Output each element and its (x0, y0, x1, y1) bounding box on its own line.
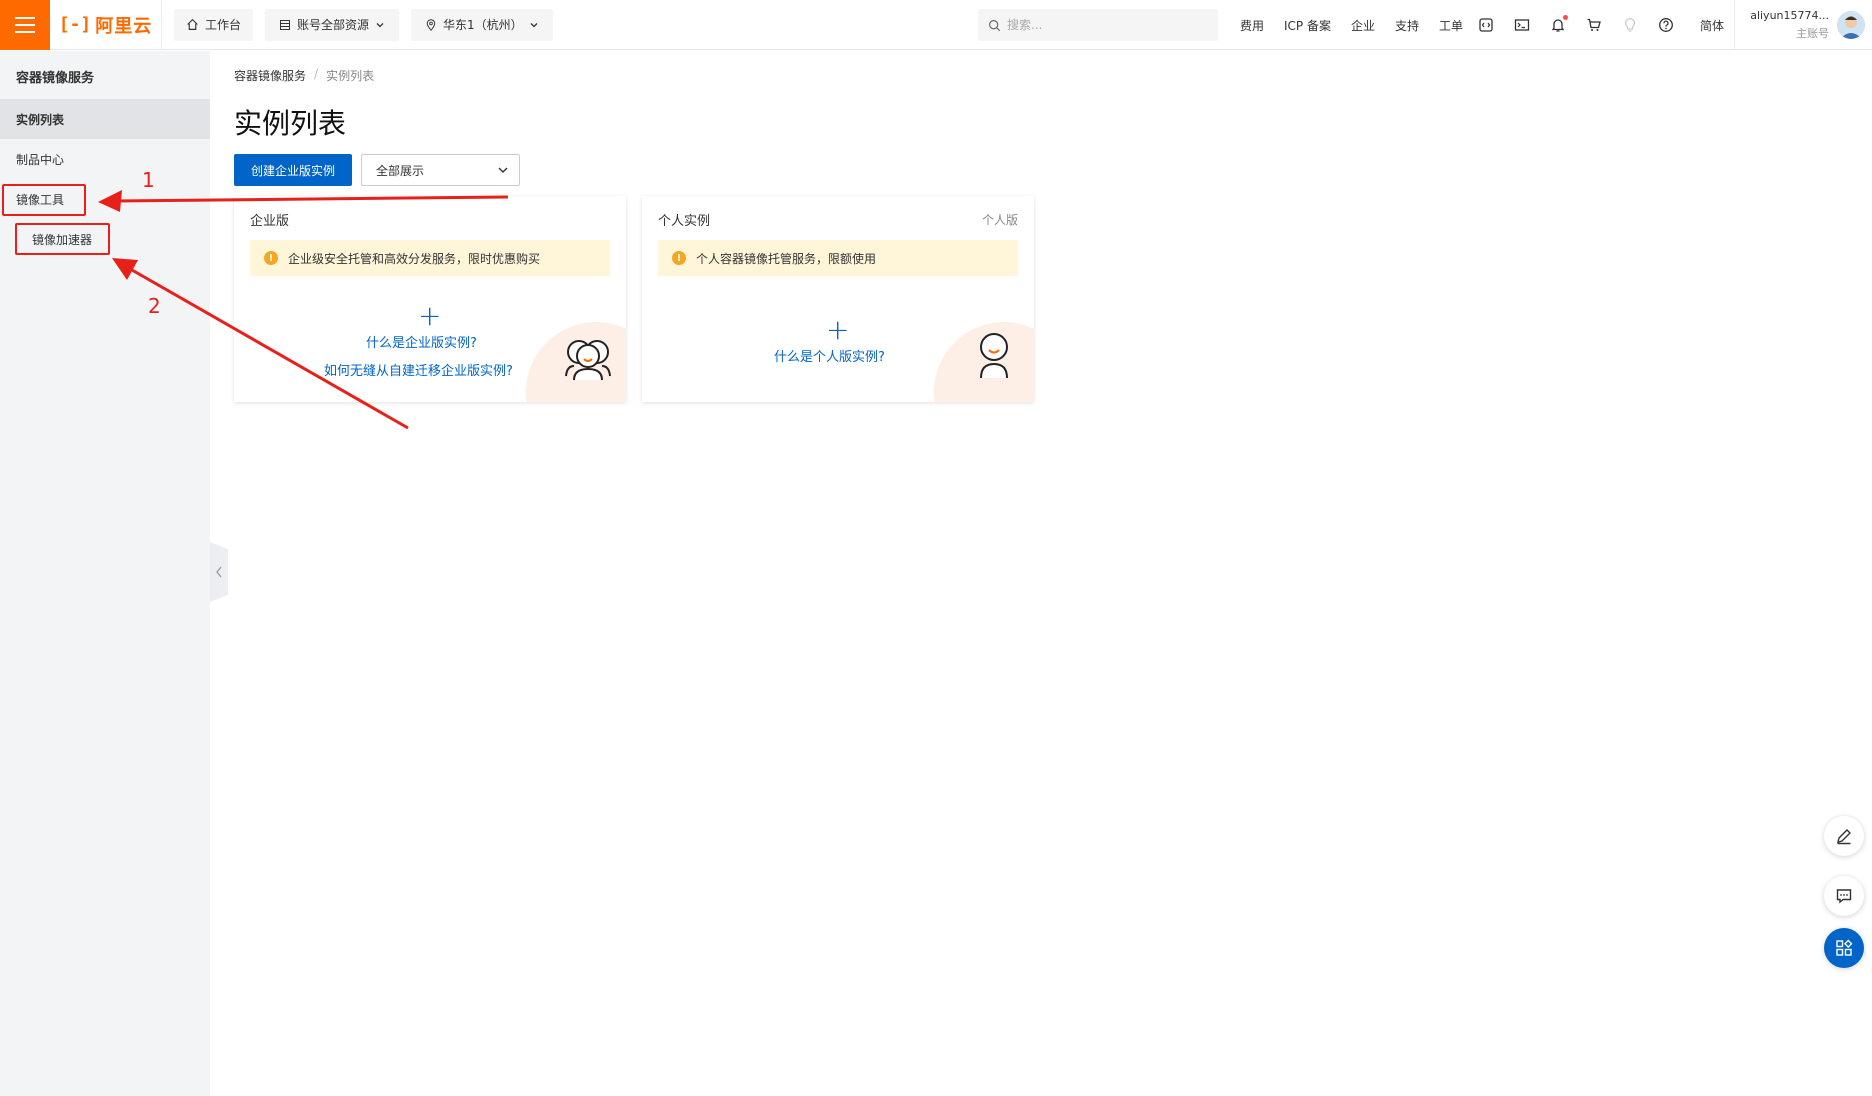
logo-mark-icon: [-] (58, 14, 92, 35)
sidebar-title: 容器镜像服务 (16, 71, 95, 86)
team-illustration-icon (562, 336, 614, 386)
app-grid-icon (1836, 939, 1853, 956)
app-grid-button[interactable] (1824, 928, 1864, 968)
annotation-box-image-accelerator (15, 223, 110, 255)
chat-icon (1836, 889, 1852, 904)
person-illustration-icon (976, 332, 1012, 384)
search-input[interactable] (1007, 18, 1197, 32)
warning-icon: ! (264, 251, 278, 265)
top-link-enterprise[interactable]: 企业 (1351, 17, 1375, 34)
sidebar-item-instance-list[interactable]: 实例列表 (0, 99, 210, 139)
home-icon (187, 18, 198, 30)
account-menu[interactable]: aliyun15774... 主账号 (1734, 0, 1872, 50)
top-link-billing[interactable]: 费用 (1240, 17, 1264, 34)
card-edition-tag: 个人版 (981, 213, 1018, 227)
search-icon (989, 19, 1001, 31)
add-enterprise-instance-icon[interactable]: + (418, 302, 441, 330)
avatar (1837, 11, 1865, 39)
filter-select-value: 全部展示 (376, 163, 425, 178)
account-username: aliyun15774... (1750, 9, 1829, 22)
language-switch[interactable]: 简体 (1700, 17, 1724, 34)
create-enterprise-instance-button[interactable]: 创建企业版实例 (234, 154, 352, 186)
bell-icon[interactable] (1548, 15, 1568, 35)
breadcrumb-separator: / (314, 67, 319, 81)
top-link-ticket[interactable]: 工单 (1439, 17, 1463, 34)
personal-edition-card: 个人实例 个人版 ! 个人容器镜像托管服务，限额使用 + 什么是个人版实例? (642, 196, 1034, 402)
add-personal-instance-icon[interactable]: + (826, 316, 849, 344)
help-icon[interactable] (1656, 15, 1676, 35)
sidebar-item-artifact-center[interactable]: 制品中心 (0, 139, 210, 179)
terminal-icon[interactable] (1512, 15, 1532, 35)
what-is-personal-link[interactable]: 什么是个人版实例? (774, 346, 885, 365)
page-title: 实例列表 (234, 107, 347, 140)
chevron-left-icon (216, 566, 222, 578)
card-notice-text: 个人容器镜像托管服务，限额使用 (696, 251, 877, 266)
location-pin-icon (426, 18, 436, 31)
region-dropdown[interactable]: 华东1（杭州） (411, 8, 553, 41)
warning-icon: ! (672, 251, 686, 265)
filter-select[interactable]: 全部展示 (361, 154, 520, 186)
resource-group-dropdown[interactable]: 账号全部资源 (265, 8, 400, 41)
what-is-enterprise-link[interactable]: 什么是企业版实例? (366, 332, 477, 351)
top-links: 费用 ICP 备案 企业 支持 工单 (1240, 0, 1463, 50)
chat-button[interactable] (1824, 876, 1864, 916)
notification-dot (1563, 15, 1568, 20)
breadcrumb-item-service[interactable]: 容器镜像服务 (234, 67, 306, 84)
annotation-label-2: 2 (148, 294, 161, 318)
lightbulb-icon[interactable] (1620, 15, 1640, 35)
workbench-label: 工作台 (205, 18, 242, 32)
enterprise-edition-card: 企业版 ! 企业级安全托管和高效分发服务，限时优惠购买 + 什么是企业版实例? … (234, 196, 626, 402)
aliyun-logo[interactable]: [-] 阿里云 (50, 0, 162, 50)
chevron-down-icon (530, 22, 538, 27)
card-notice: ! 个人容器镜像托管服务，限额使用 (658, 240, 1018, 276)
sidebar-item-label: 实例列表 (16, 112, 65, 127)
region-label: 华东1（杭州） (443, 18, 523, 32)
chevron-down-icon (498, 167, 508, 173)
logo-text: 阿里云 (95, 15, 153, 37)
chevron-down-icon (376, 22, 384, 27)
card-title: 个人实例 (658, 214, 711, 229)
top-link-support[interactable]: 支持 (1395, 17, 1419, 34)
breadcrumb: 容器镜像服务 / 实例列表 (234, 67, 374, 84)
cart-icon[interactable] (1584, 15, 1604, 35)
top-icons (1476, 0, 1676, 50)
code-icon[interactable] (1476, 15, 1496, 35)
annotation-label-1: 1 (142, 168, 155, 192)
card-notice-text: 企业级安全托管和高效分发服务，限时优惠购买 (288, 251, 541, 266)
pencil-icon (1837, 829, 1851, 845)
feedback-edit-button[interactable] (1824, 816, 1864, 856)
account-role: 主账号 (1796, 27, 1829, 40)
global-search[interactable] (978, 9, 1218, 41)
migrate-enterprise-link[interactable]: 如何无缝从自建迁移企业版实例? (324, 360, 513, 379)
resource-group-label: 账号全部资源 (297, 18, 370, 32)
sidebar-item-label: 制品中心 (16, 152, 65, 167)
list-icon (280, 19, 291, 30)
top-link-icp[interactable]: ICP 备案 (1284, 17, 1331, 34)
workbench-button[interactable]: 工作台 (174, 8, 254, 41)
sidebar-collapse-handle[interactable] (210, 542, 228, 602)
card-notice: ! 企业级安全托管和高效分发服务，限时优惠购买 (250, 240, 610, 276)
breadcrumb-item-current: 实例列表 (326, 69, 375, 83)
hamburger-menu-button[interactable] (0, 0, 50, 50)
annotation-box-image-tools (2, 184, 86, 216)
card-title: 企业版 (250, 214, 290, 229)
